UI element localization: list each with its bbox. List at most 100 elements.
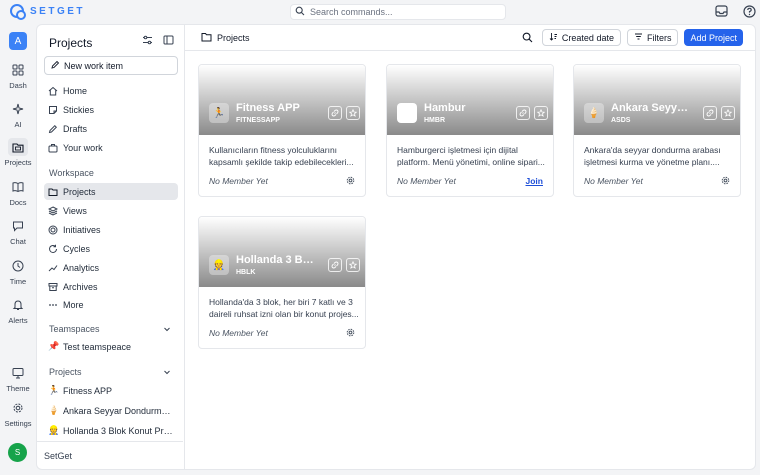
brand-logo[interactable]: SETGET	[10, 4, 85, 20]
rail-label: Projects	[4, 158, 32, 167]
construction-worker-icon: 👷	[48, 425, 60, 435]
sidebar-item-label: Your work	[63, 142, 103, 153]
sidebar-item-stickies[interactable]: Stickies	[44, 101, 178, 118]
home-icon	[48, 86, 58, 96]
breadcrumb[interactable]: Projects	[201, 32, 250, 44]
sidebar-item-label: Cycles	[63, 243, 91, 254]
link-icon[interactable]	[328, 106, 342, 120]
chevron-down-icon[interactable]	[163, 368, 171, 378]
dashboard-icon	[8, 61, 28, 79]
link-icon[interactable]	[516, 106, 530, 120]
star-icon[interactable]	[721, 106, 735, 120]
star-icon[interactable]	[534, 106, 548, 120]
ice-cream-icon: 🍦	[584, 103, 604, 123]
sidebar-item-projects[interactable]: Projects	[44, 183, 178, 200]
search-icon[interactable]	[520, 30, 536, 46]
rail-item-time[interactable]: Time	[0, 257, 36, 286]
sidebar-item-drafts[interactable]: Drafts	[44, 120, 178, 137]
project-identifier: HMBR	[424, 117, 445, 124]
pin-icon: 📌	[48, 341, 60, 351]
rail-label: Dash	[9, 81, 27, 90]
runner-icon: 🏃	[209, 103, 229, 123]
sidebar-footer[interactable]: SetGet	[37, 441, 183, 469]
sidebar-item-your-work[interactable]: Your work	[44, 139, 178, 156]
command-search[interactable]	[290, 4, 506, 20]
project-description: Hollanda'da 3 blok, her biri 7 katlı ve …	[209, 297, 359, 319]
briefcase-icon	[48, 143, 58, 153]
sidebar-item-views[interactable]: Views	[44, 202, 178, 219]
sort-label: Created date	[561, 32, 614, 43]
project-identifier: ASDS	[611, 117, 631, 124]
sidebar-item-label: Stickies	[63, 104, 95, 115]
sidebar-project-item[interactable]: 🏃 Fitness APP	[44, 382, 178, 399]
sidebar-title: Projects	[49, 36, 93, 50]
sidebar-item-label: Initiatives	[63, 224, 101, 235]
project-name: Hambur	[424, 102, 466, 114]
rail-item-dash[interactable]: Dash	[0, 61, 36, 90]
project-card[interactable]: Hambur HMBR Hamburgerci işletmesi için d…	[386, 64, 554, 197]
sparkles-icon	[8, 100, 28, 118]
rail-label: Chat	[10, 237, 26, 246]
sidebar-item-home[interactable]: Home	[44, 82, 178, 99]
sort-button[interactable]: Created date	[541, 29, 621, 46]
sidebar-item-archives[interactable]: Archives	[44, 278, 178, 295]
new-work-item-button[interactable]: New work item	[44, 56, 178, 75]
filter-icon	[634, 32, 643, 43]
project-name: Ankara Seyyar ...	[611, 102, 691, 114]
gear-icon[interactable]	[721, 176, 730, 187]
sidebar-project-item[interactable]: 👷 Hollanda 3 Blok Konut Proje...	[44, 422, 178, 439]
rail-item-settings[interactable]: Settings	[0, 399, 36, 428]
refresh-icon	[48, 244, 58, 254]
search-input[interactable]	[310, 7, 500, 17]
rail-item-projects[interactable]: Projects	[0, 138, 36, 167]
user-avatar[interactable]: S	[8, 443, 27, 462]
star-icon[interactable]	[346, 106, 360, 120]
card-cover	[199, 65, 365, 135]
rail-label: Settings	[4, 419, 32, 428]
folder-icon	[201, 32, 212, 44]
rail-item-ai[interactable]: AI	[0, 100, 36, 129]
teamspaces-section-label: Teamspaces	[49, 324, 100, 334]
sliders-icon[interactable]	[142, 35, 153, 47]
rail-item-docs[interactable]: Docs	[0, 178, 36, 207]
sidebar-toggle-icon[interactable]	[163, 35, 174, 47]
filters-button[interactable]: Filters	[626, 29, 679, 46]
sidebar-item-more[interactable]: More	[44, 296, 178, 313]
project-card[interactable]: 🍦 Ankara Seyyar ... ASDS Ankara'da seyya…	[573, 64, 741, 197]
rail-item-theme[interactable]: Theme	[0, 364, 36, 393]
rail-item-alerts[interactable]: Alerts	[0, 296, 36, 325]
search-icon	[295, 6, 305, 18]
gear-icon[interactable]	[346, 176, 355, 187]
link-icon[interactable]	[703, 106, 717, 120]
app-rail: A Dash AI Projects Docs Chat Time Alerts…	[0, 24, 36, 475]
teamspace-item[interactable]: 📌 Test teamspeace	[44, 338, 178, 355]
gear-icon[interactable]	[346, 328, 355, 339]
rail-label: Docs	[9, 198, 27, 207]
inbox-icon[interactable]	[714, 4, 728, 18]
sidebar-item-initiatives[interactable]: Initiatives	[44, 221, 178, 238]
sticky-note-icon	[48, 105, 58, 115]
workspace-avatar[interactable]: A	[9, 32, 27, 50]
project-card[interactable]: 🏃 Fitness APP FITNESSAPP Kullanıcıların …	[198, 64, 366, 197]
clock-icon	[8, 257, 28, 275]
sidebar-item-analytics[interactable]: Analytics	[44, 259, 178, 276]
chevron-down-icon[interactable]	[163, 325, 171, 335]
help-icon[interactable]	[742, 4, 756, 18]
link-icon[interactable]	[328, 258, 342, 272]
sidebar-project-label: Ankara Seyyar Dondurma Arab...	[63, 405, 173, 416]
add-project-button[interactable]: Add Project	[684, 29, 743, 46]
footer-label: SetGet	[44, 450, 73, 461]
project-identifier: HBLK	[236, 269, 256, 276]
sidebar-item-cycles[interactable]: Cycles	[44, 240, 178, 257]
project-card[interactable]: 👷 Hollanda 3 Blok... HBLK Hollanda'da 3 …	[198, 216, 366, 349]
star-icon[interactable]	[346, 258, 360, 272]
rail-item-chat[interactable]: Chat	[0, 217, 36, 246]
top-bar: SETGET	[0, 0, 760, 24]
book-icon	[8, 178, 28, 196]
sidebar-project-label: Fitness APP	[63, 385, 113, 396]
sidebar-project-item[interactable]: 🍦 Ankara Seyyar Dondurma Arab...	[44, 402, 178, 419]
filters-label: Filters	[646, 32, 672, 43]
join-project-link[interactable]: Join	[526, 176, 543, 186]
project-description: Hamburgerci işletmesi için dijital platfo…	[397, 145, 545, 167]
rail-label: Theme	[6, 384, 30, 393]
